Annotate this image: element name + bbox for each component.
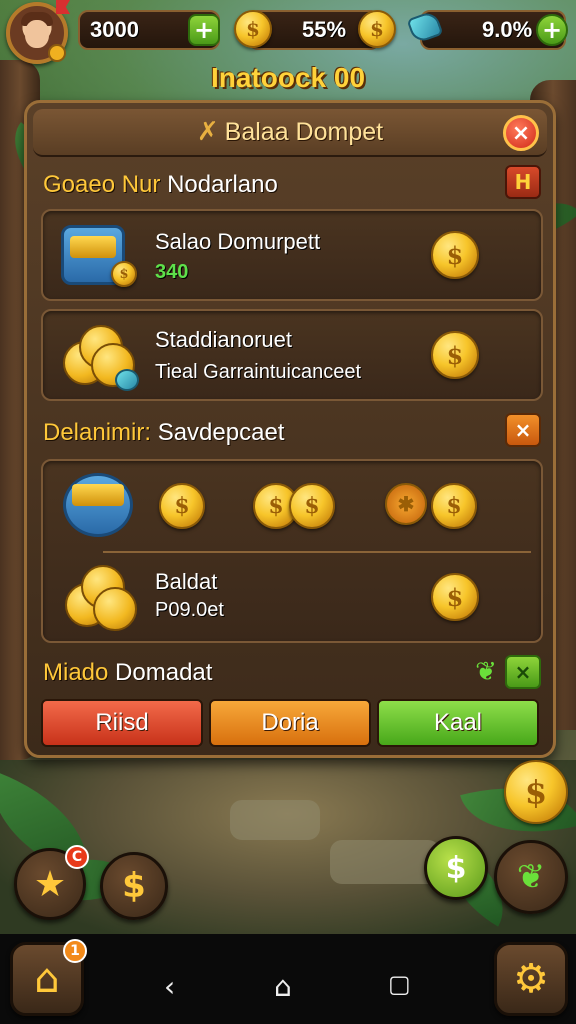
progress-value: 55%	[301, 17, 347, 42]
leaf-button[interactable]: ❦	[494, 840, 568, 914]
section-header: Delanimir: Savdepcaet	[43, 419, 284, 447]
add-gems-button[interactable]: +	[536, 14, 568, 46]
orange-action-button[interactable]: Doria	[209, 699, 371, 747]
item-value: 340	[155, 261, 189, 283]
panel-header: ✗ Balaa Dompet ×	[33, 109, 547, 157]
home-button[interactable]: ⌂ 1	[10, 939, 87, 1016]
home-icon: ⌂	[34, 956, 60, 1002]
leaf-icon: ❦	[516, 857, 546, 897]
divider	[103, 551, 531, 553]
close-button[interactable]: ×	[503, 115, 539, 151]
shop-button[interactable]: $	[100, 852, 168, 920]
section-label-gold: Goaeo Nur	[43, 171, 161, 198]
dollar-icon: $	[445, 850, 467, 886]
notification-badge: 1	[63, 939, 87, 963]
coin-chest-icon	[63, 473, 133, 537]
orange-coin-icon[interactable]: ✱	[385, 483, 427, 525]
quest-button[interactable]: ★ C	[14, 845, 89, 920]
section-label-gold: Delanimir:	[43, 419, 152, 446]
item-name: Staddianoruet	[155, 327, 292, 352]
flag-icon	[56, 0, 70, 14]
list-item[interactable]: $ Salao Domurpett 340 $	[41, 209, 543, 301]
list-card: $ $ $ ✱ $ Baldat P09.0et $	[41, 459, 543, 643]
key-icon: ✗	[196, 117, 219, 147]
gem-count: 9.0%	[482, 17, 533, 42]
settings-button[interactable]: ⚙	[494, 942, 568, 1016]
list-item[interactable]: Staddianoruet Tieal Garraintuicanceet $	[41, 309, 543, 401]
coin-icon: $	[234, 10, 272, 48]
confirm-button[interactable]: ×	[505, 655, 541, 689]
section-label-white: Domadat	[115, 659, 213, 686]
item-value: P09.0et	[155, 599, 224, 621]
avatar-face	[25, 20, 49, 48]
dollar-icon: $	[122, 866, 146, 906]
red-action-button[interactable]: Riisd	[41, 699, 203, 747]
coin-icon[interactable]: $	[431, 331, 479, 379]
panel-title: Balaa Dompet	[224, 117, 384, 146]
coin-icon: $	[111, 261, 137, 287]
section-header: Goaeo Nur Nodarlano	[43, 171, 278, 199]
gear-icon: ⚙	[513, 956, 549, 1002]
stone	[230, 800, 320, 840]
inventory-title: Inatoock 00	[210, 62, 366, 93]
star-icon: ★	[33, 863, 67, 905]
coin-icon[interactable]: $	[431, 573, 479, 621]
item-desc: Tieal Garraintuicanceet	[155, 361, 362, 383]
wallet-panel: ✗ Balaa Dompet × Goaeo Nur Nodarlano H $…	[24, 100, 556, 758]
home-nav-icon[interactable]: ⌂	[274, 970, 292, 1003]
coin-icon[interactable]: $	[431, 231, 479, 279]
coin-shop-button[interactable]: $	[504, 760, 568, 824]
coin-icon[interactable]: $	[289, 483, 335, 529]
notification-badge: C	[65, 845, 89, 869]
add-coins-button[interactable]: +	[188, 14, 220, 46]
item-name: Baldat	[155, 569, 218, 594]
coin-count: 3000	[90, 17, 139, 42]
section-label-gold: Miado	[43, 659, 109, 686]
section-label-white: Savdepcaet	[157, 419, 285, 446]
recents-icon[interactable]: ▢	[388, 970, 411, 998]
coin-icon: $	[358, 10, 396, 48]
coin-icon[interactable]: $	[159, 483, 205, 529]
green-action-button[interactable]: Kaal	[377, 699, 539, 747]
system-navbar: ⌂ 1 ‹ ⌂ ▢ ⚙	[0, 934, 576, 1024]
coin-icon[interactable]: $	[431, 483, 477, 529]
earn-button[interactable]: $	[424, 836, 488, 900]
section-header: Miado Domadat	[43, 659, 212, 687]
item-name: Salao Domurpett	[155, 229, 321, 254]
section-label-white: Nodarlano	[167, 171, 278, 198]
section-close-button[interactable]: ×	[505, 413, 541, 447]
section-toggle-button[interactable]: H	[505, 165, 541, 199]
level-badge-icon	[48, 44, 66, 62]
leaf-icon: ❦	[475, 657, 497, 687]
back-icon[interactable]: ‹	[164, 970, 175, 1003]
blue-coin-icon	[115, 369, 139, 391]
coin-stack-icon	[65, 561, 137, 631]
top-hud: 3000 + 55% $ $ 9.0% +	[0, 0, 576, 64]
